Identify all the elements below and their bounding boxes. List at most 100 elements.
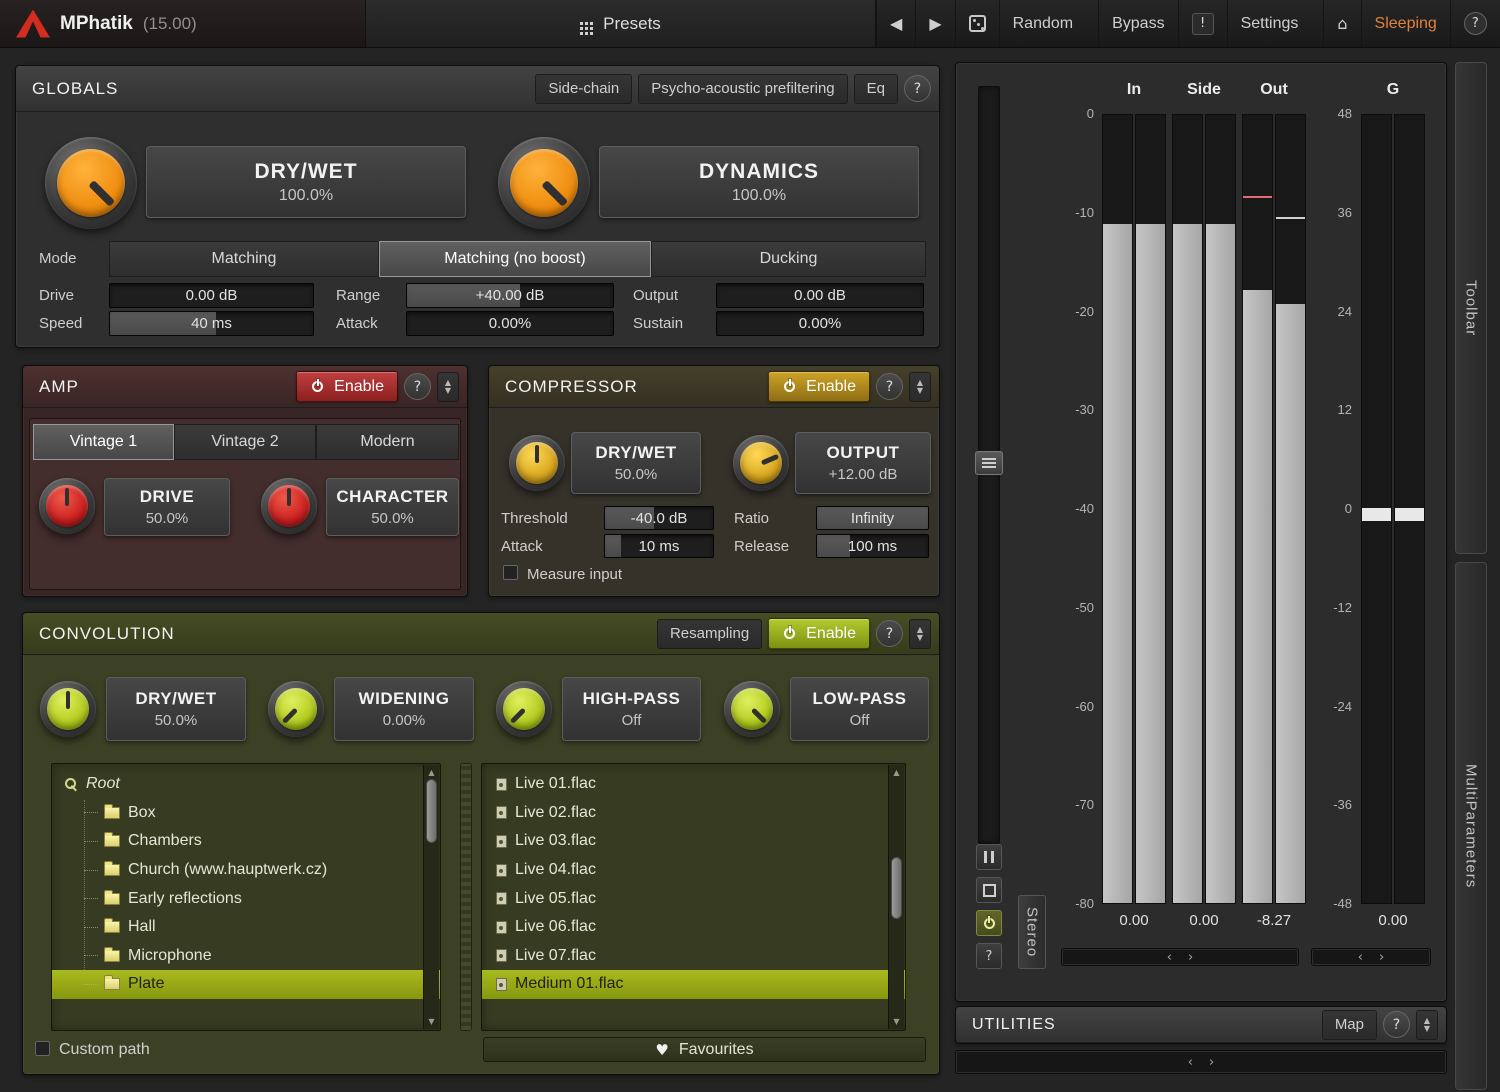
conv-dry-wet-knob[interactable] [40, 681, 96, 737]
toolbar-edge-tab[interactable]: Toolbar [1455, 62, 1487, 554]
scroll-up-icon[interactable]: ▲ [889, 768, 904, 777]
compressor-dry-wet-button[interactable]: DRY/WET 50.0% [571, 432, 701, 494]
multiparameters-edge-tab[interactable]: MultiParameters [1455, 562, 1487, 1090]
gain-meter-scrollbar[interactable]: ‹ › [1311, 948, 1431, 966]
level-meter-scrollbar[interactable]: ‹ › [1061, 948, 1299, 966]
tree-item-church[interactable]: Church (www.hauptwerk.cz) [52, 856, 440, 885]
compressor-output-button[interactable]: OUTPUT +12.00 dB [795, 432, 931, 494]
high-pass-knob[interactable] [496, 681, 552, 737]
tree-item-box[interactable]: Box [52, 799, 440, 828]
tree-list-splitter[interactable] [460, 763, 472, 1031]
speed-field[interactable]: 40 ms [109, 311, 314, 336]
spin-down-icon[interactable]: ▼ [917, 633, 923, 642]
attack-field[interactable]: 0.00% [406, 311, 614, 336]
scroll-up-icon[interactable]: ▲ [424, 768, 439, 777]
tab-vintage-1[interactable]: Vintage 1 [33, 424, 174, 460]
file-item[interactable]: Live 07.flac [482, 942, 905, 971]
amp-help-button[interactable]: ? [404, 373, 431, 400]
meter-range-handle[interactable] [975, 451, 1003, 475]
redo-button[interactable]: ▶ [915, 0, 954, 47]
low-pass-knob[interactable] [724, 681, 780, 737]
drive-field[interactable]: 0.00 dB [109, 283, 314, 308]
favourites-button[interactable]: ♥ Favourites [483, 1037, 926, 1062]
popout-button[interactable] [976, 877, 1002, 903]
release-field[interactable]: 100 ms [816, 534, 929, 558]
comp-attack-field[interactable]: 10 ms [604, 534, 714, 558]
amp-drive-button[interactable]: DRIVE 50.0% [104, 478, 230, 536]
alert-button[interactable]: ! [1177, 0, 1227, 47]
randomize-button[interactable] [954, 0, 999, 47]
scroll-down-icon[interactable]: ▼ [889, 1017, 904, 1026]
globals-help-button[interactable]: ? [904, 75, 931, 102]
help-button[interactable]: ? [1449, 0, 1500, 47]
bypass-button[interactable]: Bypass [1098, 0, 1177, 47]
compressor-output-knob[interactable] [733, 435, 789, 491]
resampling-button[interactable]: Resampling [656, 618, 763, 649]
tree-item-plate-selected[interactable]: Plate [52, 970, 440, 999]
widening-knob[interactable] [268, 681, 324, 737]
app-identity[interactable]: MPhatik (15.00) [0, 0, 366, 47]
amp-character-knob[interactable] [261, 478, 317, 534]
file-item[interactable]: Live 03.flac [482, 827, 905, 856]
spin-down-icon[interactable]: ▼ [1424, 1024, 1430, 1033]
range-field[interactable]: +40.00 dB [406, 283, 614, 308]
meter-help-button[interactable]: ? [976, 943, 1002, 969]
tab-modern[interactable]: Modern [316, 424, 459, 460]
convolution-preset-spinner[interactable]: ▲ ▼ [909, 618, 931, 649]
mode-matching-no-boost-button[interactable]: Matching (no boost) [379, 241, 651, 277]
file-item[interactable]: Live 06.flac [482, 913, 905, 942]
meter-power-button[interactable] [976, 910, 1002, 936]
file-scroll-handle[interactable] [891, 857, 902, 919]
file-item[interactable]: Live 01.flac [482, 770, 905, 799]
tree-item-root[interactable]: Root [52, 770, 440, 799]
sleeping-button[interactable]: Sleeping [1360, 0, 1450, 47]
spin-down-icon[interactable]: ▼ [917, 386, 923, 395]
utilities-spinner[interactable]: ▲ ▼ [1416, 1009, 1438, 1040]
output-field[interactable]: 0.00 dB [716, 283, 924, 308]
measure-input-checkbox[interactable] [503, 565, 518, 580]
dynamics-knob[interactable] [498, 137, 590, 229]
low-pass-button[interactable]: LOW-PASS Off [790, 677, 929, 741]
psycho-acoustic-button[interactable]: Psycho-acoustic prefiltering [638, 73, 848, 104]
tab-vintage-2[interactable]: Vintage 2 [174, 424, 316, 460]
convolution-help-button[interactable]: ? [876, 620, 903, 647]
custom-path-checkbox[interactable] [35, 1041, 50, 1056]
stereo-mode-button[interactable]: Stereo [1018, 895, 1046, 969]
amp-drive-knob[interactable] [39, 478, 95, 534]
tree-item-microphone[interactable]: Microphone [52, 942, 440, 971]
presets-button[interactable]: Presets [366, 0, 876, 47]
amp-preset-spinner[interactable]: ▲ ▼ [437, 371, 459, 402]
compressor-help-button[interactable]: ? [876, 373, 903, 400]
file-item-selected[interactable]: Medium 01.flac [482, 970, 905, 999]
scroll-down-icon[interactable]: ▼ [424, 1017, 439, 1026]
settings-button[interactable]: Settings [1226, 0, 1312, 47]
file-list-scrollbar[interactable]: ▲ ▼ [888, 765, 904, 1029]
convolution-enable-button[interactable]: Enable [768, 618, 870, 649]
threshold-field[interactable]: -40.0 dB [604, 506, 714, 530]
spin-down-icon[interactable]: ▼ [445, 386, 451, 395]
mode-matching-button[interactable]: Matching [109, 241, 379, 277]
tree-item-hall[interactable]: Hall [52, 913, 440, 942]
widening-button[interactable]: WIDENING 0.00% [334, 677, 474, 741]
amp-character-button[interactable]: CHARACTER 50.0% [326, 478, 459, 536]
home-button[interactable]: ⌂ [1323, 0, 1360, 47]
tree-item-early-reflections[interactable]: Early reflections [52, 884, 440, 913]
undo-button[interactable]: ◀ [876, 0, 915, 47]
ratio-field[interactable]: Infinity [816, 506, 929, 530]
utilities-scrollbar[interactable]: ‹ › [955, 1050, 1447, 1074]
tree-scrollbar[interactable]: ▲ ▼ [423, 765, 439, 1029]
file-item[interactable]: Live 05.flac [482, 884, 905, 913]
conv-dry-wet-button[interactable]: DRY/WET 50.0% [106, 677, 246, 741]
random-button[interactable]: Random [998, 0, 1086, 47]
sidechain-button[interactable]: Side-chain [535, 73, 633, 104]
file-item[interactable]: Live 02.flac [482, 799, 905, 828]
sustain-field[interactable]: 0.00% [716, 311, 924, 336]
map-button[interactable]: Map [1321, 1009, 1377, 1040]
pause-button[interactable] [976, 844, 1002, 870]
amp-enable-button[interactable]: Enable [296, 371, 398, 402]
utilities-help-button[interactable]: ? [1383, 1011, 1410, 1038]
mode-ducking-button[interactable]: Ducking [651, 241, 926, 277]
compressor-dry-wet-knob[interactable] [509, 435, 565, 491]
compressor-preset-spinner[interactable]: ▲ ▼ [909, 371, 931, 402]
eq-button[interactable]: Eq [853, 73, 898, 104]
